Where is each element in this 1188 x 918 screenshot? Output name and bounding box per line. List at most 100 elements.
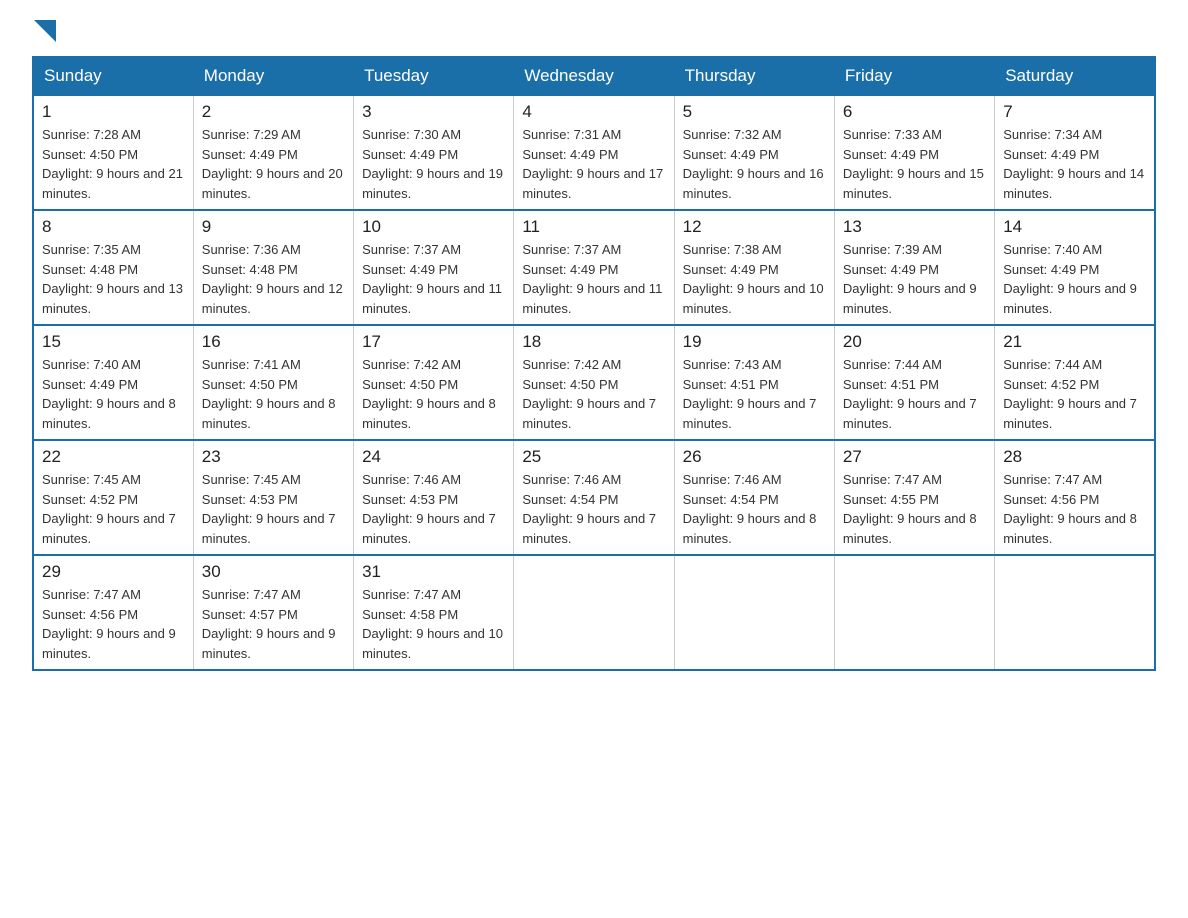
day-number: 27 [843, 447, 986, 467]
calendar-cell: 22 Sunrise: 7:45 AMSunset: 4:52 PMDaylig… [33, 440, 193, 555]
day-number: 25 [522, 447, 665, 467]
day-number: 5 [683, 102, 826, 122]
calendar-header-row: SundayMondayTuesdayWednesdayThursdayFrid… [33, 57, 1155, 95]
calendar-cell: 10 Sunrise: 7:37 AMSunset: 4:49 PMDaylig… [354, 210, 514, 325]
calendar-cell: 12 Sunrise: 7:38 AMSunset: 4:49 PMDaylig… [674, 210, 834, 325]
calendar-week-row: 22 Sunrise: 7:45 AMSunset: 4:52 PMDaylig… [33, 440, 1155, 555]
day-number: 29 [42, 562, 185, 582]
day-number: 17 [362, 332, 505, 352]
calendar-header-sunday: Sunday [33, 57, 193, 95]
day-number: 24 [362, 447, 505, 467]
calendar-cell: 24 Sunrise: 7:46 AMSunset: 4:53 PMDaylig… [354, 440, 514, 555]
calendar-cell: 14 Sunrise: 7:40 AMSunset: 4:49 PMDaylig… [995, 210, 1155, 325]
calendar-header-wednesday: Wednesday [514, 57, 674, 95]
day-number: 18 [522, 332, 665, 352]
day-info: Sunrise: 7:36 AMSunset: 4:48 PMDaylight:… [202, 240, 345, 318]
calendar-cell: 5 Sunrise: 7:32 AMSunset: 4:49 PMDayligh… [674, 95, 834, 210]
calendar-cell: 30 Sunrise: 7:47 AMSunset: 4:57 PMDaylig… [193, 555, 353, 670]
day-number: 28 [1003, 447, 1146, 467]
day-info: Sunrise: 7:45 AMSunset: 4:53 PMDaylight:… [202, 470, 345, 548]
calendar-cell: 26 Sunrise: 7:46 AMSunset: 4:54 PMDaylig… [674, 440, 834, 555]
calendar-cell: 20 Sunrise: 7:44 AMSunset: 4:51 PMDaylig… [834, 325, 994, 440]
day-number: 31 [362, 562, 505, 582]
calendar-header-tuesday: Tuesday [354, 57, 514, 95]
day-number: 8 [42, 217, 185, 237]
calendar-week-row: 29 Sunrise: 7:47 AMSunset: 4:56 PMDaylig… [33, 555, 1155, 670]
calendar-cell: 4 Sunrise: 7:31 AMSunset: 4:49 PMDayligh… [514, 95, 674, 210]
calendar-week-row: 8 Sunrise: 7:35 AMSunset: 4:48 PMDayligh… [33, 210, 1155, 325]
day-info: Sunrise: 7:47 AMSunset: 4:55 PMDaylight:… [843, 470, 986, 548]
day-info: Sunrise: 7:47 AMSunset: 4:56 PMDaylight:… [1003, 470, 1146, 548]
calendar-cell: 11 Sunrise: 7:37 AMSunset: 4:49 PMDaylig… [514, 210, 674, 325]
day-number: 23 [202, 447, 345, 467]
day-number: 14 [1003, 217, 1146, 237]
calendar-cell: 18 Sunrise: 7:42 AMSunset: 4:50 PMDaylig… [514, 325, 674, 440]
day-info: Sunrise: 7:46 AMSunset: 4:54 PMDaylight:… [683, 470, 826, 548]
day-number: 1 [42, 102, 185, 122]
calendar-cell [674, 555, 834, 670]
day-info: Sunrise: 7:31 AMSunset: 4:49 PMDaylight:… [522, 125, 665, 203]
calendar-table: SundayMondayTuesdayWednesdayThursdayFrid… [32, 56, 1156, 671]
day-info: Sunrise: 7:29 AMSunset: 4:49 PMDaylight:… [202, 125, 345, 203]
day-info: Sunrise: 7:44 AMSunset: 4:52 PMDaylight:… [1003, 355, 1146, 433]
calendar-cell [995, 555, 1155, 670]
day-info: Sunrise: 7:37 AMSunset: 4:49 PMDaylight:… [522, 240, 665, 318]
calendar-cell: 7 Sunrise: 7:34 AMSunset: 4:49 PMDayligh… [995, 95, 1155, 210]
calendar-header-monday: Monday [193, 57, 353, 95]
calendar-cell: 29 Sunrise: 7:47 AMSunset: 4:56 PMDaylig… [33, 555, 193, 670]
day-info: Sunrise: 7:41 AMSunset: 4:50 PMDaylight:… [202, 355, 345, 433]
day-number: 13 [843, 217, 986, 237]
logo-arrow-icon [34, 20, 56, 42]
page-header [32, 24, 1156, 38]
calendar-cell: 28 Sunrise: 7:47 AMSunset: 4:56 PMDaylig… [995, 440, 1155, 555]
day-info: Sunrise: 7:42 AMSunset: 4:50 PMDaylight:… [362, 355, 505, 433]
day-info: Sunrise: 7:40 AMSunset: 4:49 PMDaylight:… [1003, 240, 1146, 318]
calendar-header-saturday: Saturday [995, 57, 1155, 95]
calendar-cell: 21 Sunrise: 7:44 AMSunset: 4:52 PMDaylig… [995, 325, 1155, 440]
calendar-cell: 13 Sunrise: 7:39 AMSunset: 4:49 PMDaylig… [834, 210, 994, 325]
day-number: 19 [683, 332, 826, 352]
day-number: 10 [362, 217, 505, 237]
day-number: 22 [42, 447, 185, 467]
logo [32, 24, 56, 38]
day-number: 20 [843, 332, 986, 352]
calendar-week-row: 15 Sunrise: 7:40 AMSunset: 4:49 PMDaylig… [33, 325, 1155, 440]
day-info: Sunrise: 7:39 AMSunset: 4:49 PMDaylight:… [843, 240, 986, 318]
day-number: 12 [683, 217, 826, 237]
day-info: Sunrise: 7:40 AMSunset: 4:49 PMDaylight:… [42, 355, 185, 433]
day-number: 7 [1003, 102, 1146, 122]
calendar-cell: 8 Sunrise: 7:35 AMSunset: 4:48 PMDayligh… [33, 210, 193, 325]
calendar-cell: 6 Sunrise: 7:33 AMSunset: 4:49 PMDayligh… [834, 95, 994, 210]
day-info: Sunrise: 7:43 AMSunset: 4:51 PMDaylight:… [683, 355, 826, 433]
calendar-cell: 3 Sunrise: 7:30 AMSunset: 4:49 PMDayligh… [354, 95, 514, 210]
day-info: Sunrise: 7:47 AMSunset: 4:57 PMDaylight:… [202, 585, 345, 663]
day-number: 9 [202, 217, 345, 237]
calendar-cell: 1 Sunrise: 7:28 AMSunset: 4:50 PMDayligh… [33, 95, 193, 210]
day-info: Sunrise: 7:33 AMSunset: 4:49 PMDaylight:… [843, 125, 986, 203]
day-number: 6 [843, 102, 986, 122]
day-info: Sunrise: 7:46 AMSunset: 4:53 PMDaylight:… [362, 470, 505, 548]
day-info: Sunrise: 7:32 AMSunset: 4:49 PMDaylight:… [683, 125, 826, 203]
day-info: Sunrise: 7:28 AMSunset: 4:50 PMDaylight:… [42, 125, 185, 203]
day-info: Sunrise: 7:37 AMSunset: 4:49 PMDaylight:… [362, 240, 505, 318]
calendar-cell: 2 Sunrise: 7:29 AMSunset: 4:49 PMDayligh… [193, 95, 353, 210]
day-info: Sunrise: 7:35 AMSunset: 4:48 PMDaylight:… [42, 240, 185, 318]
day-number: 3 [362, 102, 505, 122]
day-info: Sunrise: 7:44 AMSunset: 4:51 PMDaylight:… [843, 355, 986, 433]
calendar-cell: 23 Sunrise: 7:45 AMSunset: 4:53 PMDaylig… [193, 440, 353, 555]
day-info: Sunrise: 7:46 AMSunset: 4:54 PMDaylight:… [522, 470, 665, 548]
day-number: 16 [202, 332, 345, 352]
calendar-cell [514, 555, 674, 670]
calendar-cell: 19 Sunrise: 7:43 AMSunset: 4:51 PMDaylig… [674, 325, 834, 440]
calendar-cell: 9 Sunrise: 7:36 AMSunset: 4:48 PMDayligh… [193, 210, 353, 325]
day-number: 4 [522, 102, 665, 122]
day-number: 30 [202, 562, 345, 582]
day-info: Sunrise: 7:30 AMSunset: 4:49 PMDaylight:… [362, 125, 505, 203]
calendar-cell: 15 Sunrise: 7:40 AMSunset: 4:49 PMDaylig… [33, 325, 193, 440]
day-info: Sunrise: 7:47 AMSunset: 4:56 PMDaylight:… [42, 585, 185, 663]
calendar-cell [834, 555, 994, 670]
day-number: 2 [202, 102, 345, 122]
day-number: 11 [522, 217, 665, 237]
calendar-cell: 31 Sunrise: 7:47 AMSunset: 4:58 PMDaylig… [354, 555, 514, 670]
calendar-cell: 16 Sunrise: 7:41 AMSunset: 4:50 PMDaylig… [193, 325, 353, 440]
